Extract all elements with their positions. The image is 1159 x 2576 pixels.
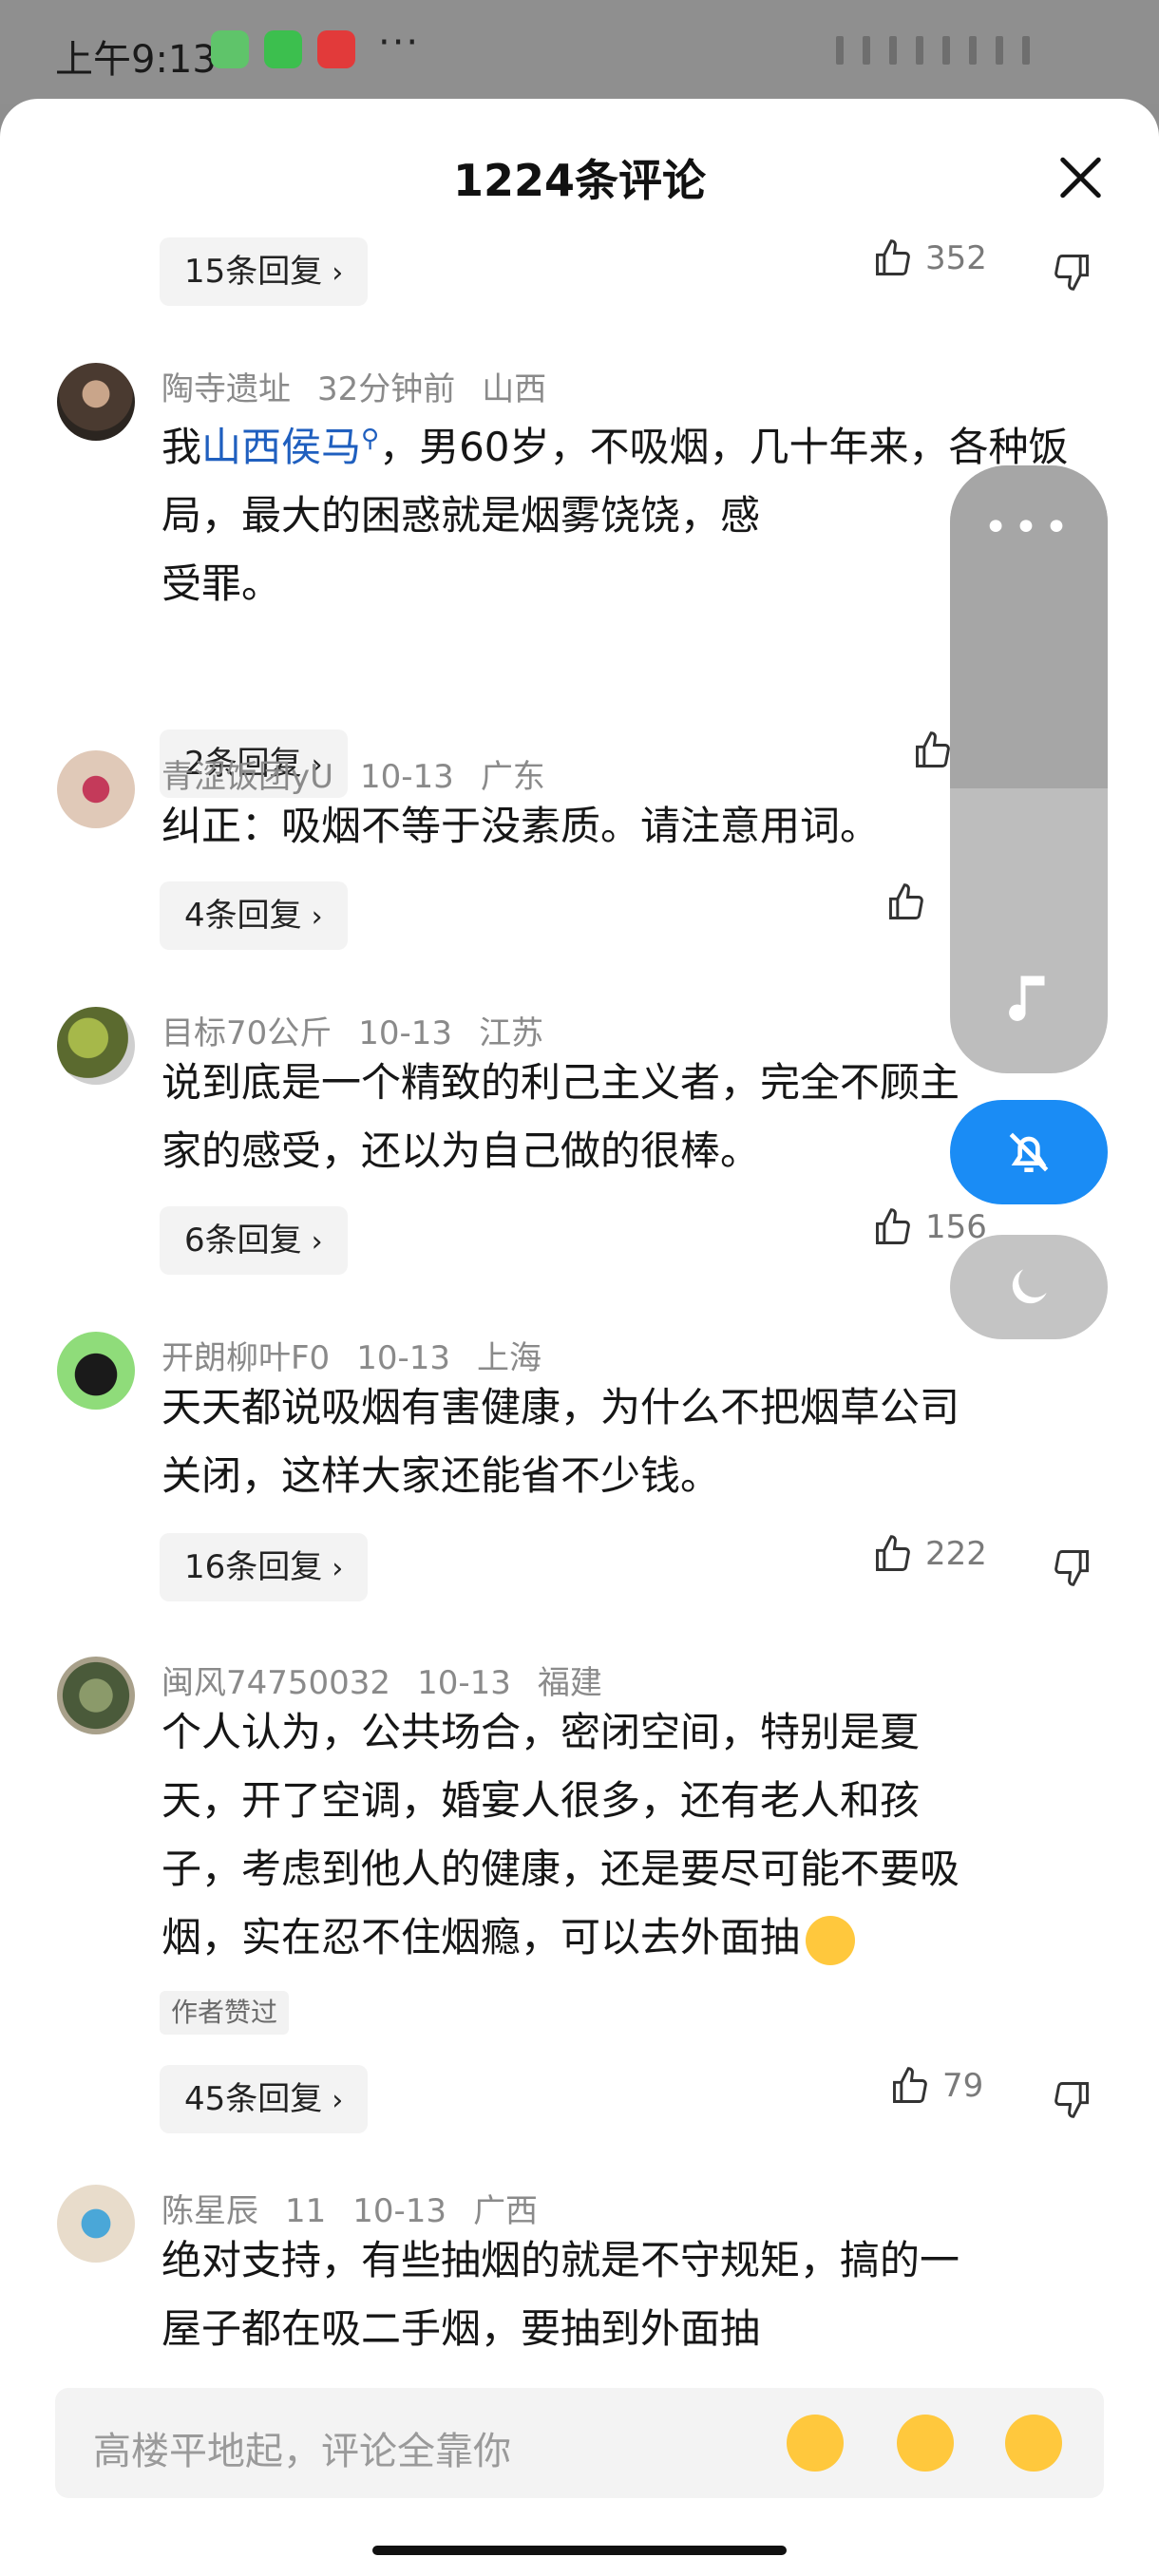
- status-indicators: [836, 36, 1121, 65]
- news-app-icon: [317, 30, 355, 68]
- thumb-up-icon: [916, 731, 950, 767]
- avatar[interactable]: [57, 1657, 135, 1734]
- avatar[interactable]: [57, 363, 135, 441]
- avatar[interactable]: [57, 1332, 135, 1410]
- status-more-icon: ···: [378, 21, 421, 65]
- reply-count-button[interactable]: 45条回复 ›: [160, 2065, 369, 2133]
- username[interactable]: 目标70公斤: [162, 1014, 332, 1052]
- avatar[interactable]: [57, 750, 135, 828]
- dark-mode-button[interactable]: [950, 1235, 1108, 1339]
- laugh-cry-emoji-icon: [806, 1915, 856, 1965]
- username[interactable]: 闽风74750032: [162, 1664, 390, 1702]
- comment-meta: 开朗柳叶F0 10-13 上海: [162, 1339, 542, 1377]
- comment-meta: 闽风74750032 10-13 福建: [162, 1664, 602, 1702]
- floating-control-panel[interactable]: •••: [950, 465, 1108, 1073]
- mention-link[interactable]: 山西侯马: [201, 424, 361, 470]
- chevron-right-icon: ›: [332, 1552, 344, 1585]
- author-liked-tag: 作者赞过: [160, 1991, 290, 2035]
- comment-text: 我山西侯马⚲，男60岁，不吸烟，几十年来，各种饭局，最大的困惑就是烟雾饶饶，感 …: [162, 424, 1069, 607]
- like-button[interactable]: 79: [889, 2065, 983, 2133]
- comment-text: 天天都说吸烟有害健康，为什么不把烟草公司 关闭，这样大家还能省不少钱。: [162, 1384, 960, 1499]
- comment-input[interactable]: 高楼平地起，评论全靠你: [55, 2388, 1104, 2498]
- reply-count-button[interactable]: 4条回复 ›: [160, 881, 348, 950]
- comment-meta: 青涩饭团yU 10-13 广东: [162, 758, 545, 796]
- thumb-up-icon: [876, 1208, 910, 1244]
- grin-sweat-emoji-icon[interactable]: [897, 2415, 954, 2472]
- chevron-right-icon: ›: [311, 900, 323, 934]
- comment-text: 个人认为，公共场合，密闭空间，特别是夏 天，开了空调，婚宴人很多，还有老人和孩 …: [162, 1698, 1074, 1972]
- username[interactable]: 开朗柳叶F0: [162, 1339, 330, 1377]
- comment-input-placeholder: 高楼平地起，评论全靠你: [93, 2430, 511, 2473]
- like-button[interactable]: 352: [872, 237, 987, 306]
- username[interactable]: 陈星辰: [162, 2192, 258, 2230]
- reply-count-button[interactable]: 15条回复 ›: [160, 237, 369, 306]
- comment-text: 纠正：吸烟不等于没素质。请注意用词。: [162, 803, 881, 849]
- thumb-down-icon: [1054, 2082, 1089, 2118]
- dislike-button[interactable]: [1051, 1533, 1092, 1601]
- reply-count-button[interactable]: 16条回复 ›: [160, 1533, 369, 1601]
- thumb-down-icon: [1054, 255, 1089, 291]
- wechat-icon: [264, 30, 302, 68]
- thumb-up-icon: [893, 2067, 927, 2103]
- dislike-button[interactable]: [1051, 237, 1092, 306]
- home-indicator[interactable]: [372, 2546, 787, 2555]
- bell-off-icon: [1009, 1132, 1049, 1172]
- like-button[interactable]: [912, 729, 954, 798]
- sheet-title: 1224条评论: [452, 155, 707, 206]
- reply-count-button[interactable]: 6条回复 ›: [160, 1206, 348, 1275]
- username[interactable]: 陶寺遗址: [162, 370, 291, 408]
- app-notification-icon: [211, 30, 249, 68]
- like-button[interactable]: 222: [872, 1533, 987, 1601]
- status-time: 上午9:13: [55, 38, 217, 82]
- thumb-up-icon: [876, 239, 910, 275]
- thumb-up-icon: [876, 1535, 910, 1571]
- chevron-right-icon: ›: [332, 2084, 344, 2117]
- thumb-up-icon: [889, 883, 923, 919]
- avatar[interactable]: [57, 1007, 135, 1085]
- status-bar: 上午9:13 ···: [0, 0, 1159, 104]
- close-icon[interactable]: [1056, 154, 1104, 201]
- dislike-button[interactable]: [1051, 2065, 1092, 2133]
- chevron-right-icon: ›: [332, 256, 344, 290]
- chevron-right-icon: ›: [311, 1225, 323, 1259]
- like-button[interactable]: [885, 881, 927, 950]
- moon-icon: [1012, 1269, 1047, 1304]
- search-icon: ⚲: [361, 425, 380, 453]
- bell-off-button[interactable]: [950, 1100, 1108, 1204]
- comment-meta: 陶寺遗址 32分钟前 山西: [162, 370, 547, 408]
- comment-meta: 目标70公斤 10-13 江苏: [162, 1014, 544, 1052]
- username[interactable]: 青涩饭团yU: [162, 758, 333, 796]
- laugh-cry-emoji-icon[interactable]: [1005, 2415, 1062, 2472]
- thumb-down-icon: [1054, 1550, 1089, 1586]
- comment-text: 绝对支持，有些抽烟的就是不守规矩，搞的一 屋子都在吸二手烟，要抽到外面抽: [162, 2237, 960, 2352]
- avatar[interactable]: [57, 2185, 135, 2263]
- comment-meta: 陈星辰 11 10-13 广西: [162, 2192, 539, 2230]
- comment-text: 说到底是一个精致的利己主义者，完全不顾主 家的感受，还以为自己做的很棒。: [162, 1059, 960, 1174]
- crying-emoji-icon[interactable]: [787, 2415, 844, 2472]
- more-icon[interactable]: •••: [950, 503, 1108, 552]
- music-note-icon[interactable]: [999, 969, 1056, 1026]
